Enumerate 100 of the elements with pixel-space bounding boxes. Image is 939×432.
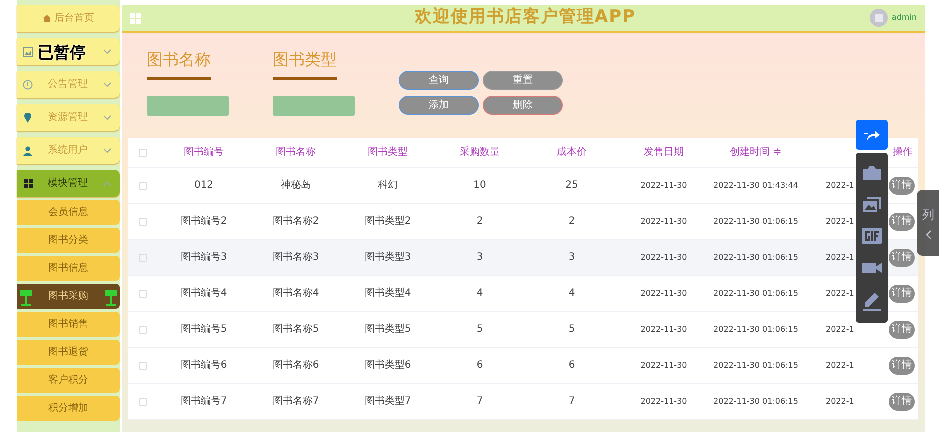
camera-icon[interactable] [862, 164, 882, 181]
submenu-item[interactable]: 图书销售 [17, 312, 120, 337]
images-icon[interactable] [862, 196, 882, 214]
menu-item[interactable]: 系统用户 [17, 137, 120, 164]
chevron-down-icon [103, 48, 112, 54]
submenu-label: 积分增加 [48, 402, 88, 416]
action-button[interactable]: 删除 [483, 96, 563, 115]
details-button[interactable]: 详情 [889, 356, 915, 374]
details-button[interactable]: 详情 [889, 212, 915, 230]
table-cell-text: 3 [568, 251, 576, 265]
tree-icon [104, 288, 118, 306]
action-button[interactable]: 添加 [399, 96, 479, 115]
table-cell: 2022-1 [826, 252, 854, 264]
share-button[interactable] [856, 120, 888, 150]
table-cell-text: 7 [568, 395, 576, 409]
table-cell-text: 5 [476, 323, 484, 337]
submenu-item[interactable]: 图书退货 [17, 340, 120, 365]
column-header: 图书类型 [368, 146, 408, 160]
details-button[interactable]: 详情 [889, 248, 915, 266]
table-row[interactable]: 图书编号3 图书名称3 图书类型3 3 3 2022-11-30 2022-11-30 01:06:15 2022-1 详情 [128, 240, 918, 276]
table-cell: 2022-1 [826, 396, 854, 408]
column-header: 成本价 [557, 146, 587, 160]
submenu-label: 图书采购 [48, 290, 88, 304]
checkbox[interactable] [139, 326, 147, 334]
table-cell: 2022-11-30 01:06:15 [714, 216, 798, 228]
table-cell-text: 科幻 [378, 178, 398, 193]
checkbox[interactable] [139, 182, 147, 190]
table-cell-text: 图书名称5 [272, 322, 320, 337]
table-cell-text: 图书编号3 [180, 250, 228, 265]
table-cell-text: 图书名称4 [272, 286, 320, 301]
table-cell-text: 图书编号4 [180, 286, 228, 301]
details-button[interactable]: 详情 [889, 176, 915, 194]
chevron-down-icon [103, 82, 112, 88]
checkbox[interactable] [139, 254, 147, 262]
table-cell-text: 图书名称2 [272, 214, 320, 229]
menu-item[interactable]: 已暂停 [17, 38, 120, 65]
table-cell-text: 2 [568, 215, 576, 229]
gif-icon[interactable] [862, 228, 882, 244]
input-field[interactable] [147, 96, 229, 116]
submenu-item[interactable]: 积分增加 [17, 396, 120, 421]
action-button[interactable]: 查询 [399, 71, 479, 90]
user-name[interactable]: admin [892, 12, 917, 24]
table-cell: 2022-11-30 [640, 360, 688, 372]
avatar-icon[interactable] [870, 9, 888, 27]
details-button[interactable]: 详情 [889, 392, 915, 410]
table-cell-text: 4 [476, 287, 484, 301]
table-cell: 2022-11-30 01:06:15 [714, 288, 798, 300]
share-arrow-icon [864, 129, 880, 141]
table-cell: 2022-1 [826, 324, 854, 336]
picture-icon [23, 46, 33, 56]
action-button[interactable]: 重置 [483, 71, 563, 90]
home-menu-item[interactable]: 后台首页 [17, 5, 120, 32]
chevron-up-icon [103, 180, 112, 186]
checkbox[interactable] [139, 148, 147, 156]
table-cell: 2022-11-30 [640, 396, 688, 408]
menu-item[interactable]: 资源管理 [17, 104, 120, 131]
table-cell-text: 图书名称7 [272, 394, 320, 409]
table-cell: 2022-11-30 [640, 324, 688, 336]
field-label: 图书类型 [273, 49, 338, 71]
chevron-down-icon [103, 114, 112, 120]
home-icon [42, 15, 50, 22]
menu-item[interactable]: 模块管理 [17, 170, 120, 197]
submenu-item[interactable]: 图书分类 [17, 228, 120, 253]
input-field[interactable] [273, 96, 355, 116]
submenu-item[interactable]: 图书采购 [17, 284, 120, 309]
table-cell: 2022-11-30 [640, 252, 688, 264]
table-cell: 2022-11-30 [640, 288, 688, 300]
column-header: 图书名称 [276, 146, 316, 160]
checkbox[interactable] [139, 290, 147, 298]
submenu-item[interactable]: 客户积分 [17, 368, 120, 393]
checkbox[interactable] [139, 218, 147, 226]
table-cell-text: 图书类型4 [364, 286, 412, 301]
tree-icon [19, 288, 33, 306]
details-button[interactable]: 详情 [889, 284, 915, 302]
pen-icon[interactable] [862, 291, 882, 312]
menu-item[interactable]: 公告管理 [17, 71, 120, 98]
paused-label: 已暂停 [38, 42, 86, 64]
table-cell-text: 图书类型7 [364, 394, 412, 409]
submenu-label: 会员信息 [48, 206, 88, 220]
table-cell-text: 图书编号6 [180, 358, 228, 373]
table-cell: 2022-11-30 01:06:15 [714, 360, 798, 372]
checkbox[interactable] [139, 398, 147, 406]
table-cell-text: 2 [476, 215, 484, 229]
submenu-item[interactable]: 会员信息 [17, 200, 120, 225]
checkbox[interactable] [139, 362, 147, 370]
table-cell-text: 图书编号7 [180, 394, 228, 409]
submenu-label: 图书销售 [48, 318, 88, 332]
submenu-item[interactable]: 图书信息 [17, 256, 120, 281]
column-header[interactable]: 创建时间 ≑ [730, 145, 782, 160]
table-cell-text: 25 [566, 179, 578, 193]
list-drawer-menu[interactable]: 列 [917, 190, 939, 256]
grid-icon[interactable] [130, 12, 141, 24]
table-cell-text: 3 [476, 251, 484, 265]
column-header: 发售日期 [644, 146, 684, 160]
table-cell-text: 图书名称6 [272, 358, 320, 373]
table-cell: 2022-1 [826, 288, 854, 300]
submenu-label: 图书分类 [48, 234, 88, 248]
table-cell-text: 7 [476, 395, 484, 409]
details-button[interactable]: 详情 [889, 320, 915, 338]
table-cell-text: 图书类型5 [364, 322, 412, 337]
